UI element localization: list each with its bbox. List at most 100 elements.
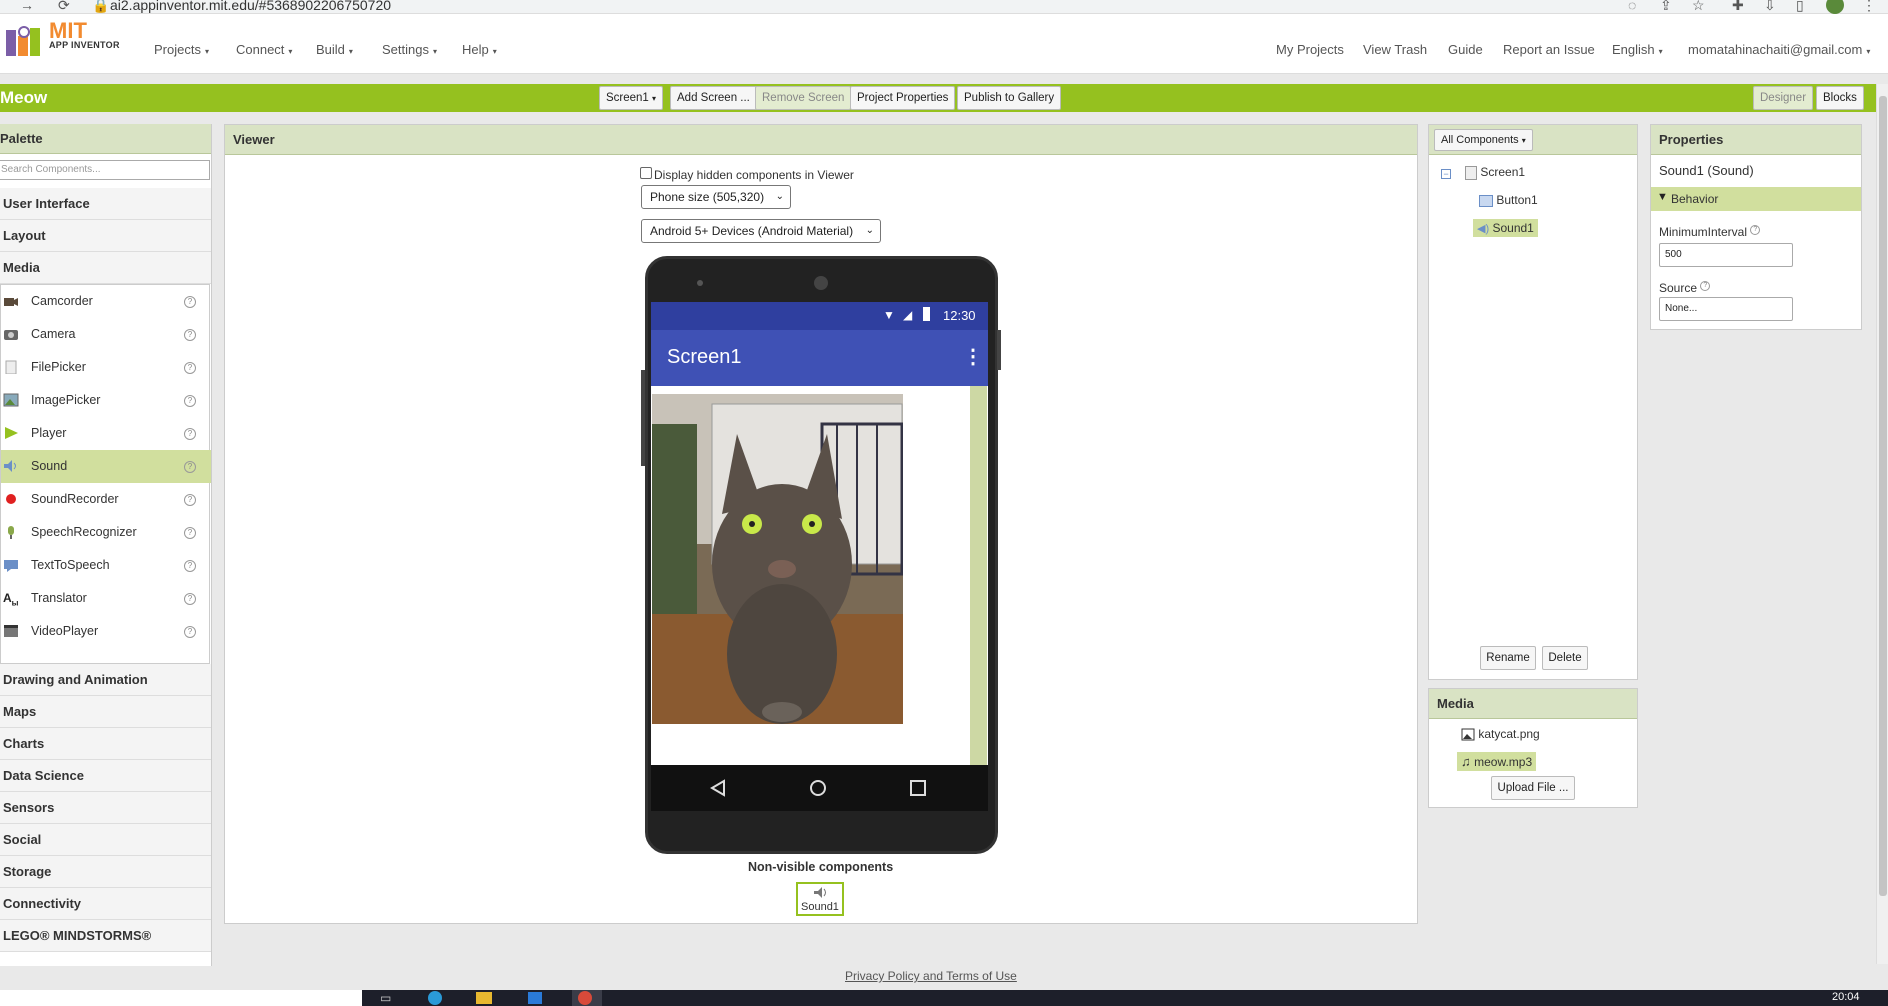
category-storage[interactable]: Storage xyxy=(0,856,211,888)
nonvisible-sound1[interactable]: Sound1 xyxy=(796,882,844,916)
help-icon[interactable]: ? xyxy=(184,362,196,374)
component-translator[interactable]: Aы Translator ? xyxy=(1,582,211,615)
delete-button[interactable]: Delete xyxy=(1542,646,1588,670)
help-icon[interactable]: ? xyxy=(184,296,196,308)
category-layout[interactable]: Layout xyxy=(0,220,211,252)
caret-down-icon: ▾ xyxy=(204,47,209,56)
share-icon[interactable]: ⇪ xyxy=(1660,0,1672,14)
hidden-components-checkbox[interactable] xyxy=(640,167,652,179)
overflow-menu-icon: ⋮ xyxy=(963,346,983,368)
component-filepicker[interactable]: FilePicker ? xyxy=(1,351,211,384)
edge-icon[interactable] xyxy=(428,991,442,1005)
category-lego[interactable]: LEGO® MINDSTORMS® xyxy=(0,920,211,952)
rename-button[interactable]: Rename xyxy=(1480,646,1536,670)
nav-view-trash[interactable]: View Trash xyxy=(1363,42,1427,57)
privacy-policy-link[interactable]: Privacy Policy and Terms of Use xyxy=(845,969,1017,983)
category-user-interface[interactable]: User Interface xyxy=(0,188,211,220)
component-sound[interactable]: Sound ? xyxy=(1,450,211,483)
component-texttospeech[interactable]: TextToSpeech ? xyxy=(1,549,211,582)
tree-sound1[interactable]: ◀) Sound1 xyxy=(1473,219,1538,237)
scrollbar-thumb[interactable] xyxy=(1879,96,1887,896)
help-icon[interactable]: ? xyxy=(1750,225,1761,235)
address-bar[interactable]: ai2.appinventor.mit.edu/#536890220675072… xyxy=(110,0,391,13)
components-filter-select[interactable]: All Components ▾ xyxy=(1434,129,1533,151)
help-icon[interactable]: ? xyxy=(184,329,196,341)
sound-icon xyxy=(814,887,826,898)
nav-guide[interactable]: Guide xyxy=(1448,42,1483,57)
avatar[interactable] xyxy=(1826,0,1844,14)
nav-account[interactable]: momatahinachaiti@gmail.com ▾ xyxy=(1688,42,1870,57)
tree-button1[interactable]: Button1 xyxy=(1479,193,1538,207)
store-icon[interactable] xyxy=(528,992,542,1004)
blocks-button[interactable]: Blocks xyxy=(1816,86,1864,110)
page-scrollbar[interactable] xyxy=(1876,84,1888,964)
download-icon[interactable]: ⇩ xyxy=(1764,0,1776,14)
screen-select[interactable]: Screen1 ▾ xyxy=(599,86,664,110)
help-icon[interactable]: ? xyxy=(184,626,196,638)
nav-help[interactable]: Help ▾ xyxy=(462,42,497,57)
help-icon[interactable]: ? xyxy=(184,593,196,605)
category-social[interactable]: Social xyxy=(0,824,211,856)
tree-screen1[interactable]: Screen1 xyxy=(1465,165,1525,180)
min-interval-input[interactable]: 500 xyxy=(1659,243,1793,267)
help-icon[interactable]: ? xyxy=(184,494,196,506)
source-picker[interactable]: None... xyxy=(1659,297,1793,321)
nav-report-issue[interactable]: Report an Issue xyxy=(1503,42,1595,57)
nav-language[interactable]: English ▾ xyxy=(1612,42,1663,57)
component-camera[interactable]: Camera ? xyxy=(1,318,211,351)
category-charts[interactable]: Charts xyxy=(0,728,211,760)
component-camcorder[interactable]: Camcorder ? xyxy=(1,285,211,318)
nav-projects[interactable]: Projects ▾ xyxy=(154,42,209,57)
component-speechrecognizer[interactable]: SpeechRecognizer ? xyxy=(1,516,211,549)
refresh-icon[interactable]: ⟳ xyxy=(58,0,70,14)
app-inventor-logo[interactable]: MIT APP INVENTOR xyxy=(4,18,124,62)
media-file-katycat[interactable]: katycat.png xyxy=(1461,727,1540,741)
category-media[interactable]: Media xyxy=(0,252,211,284)
device-theme-select[interactable]: Android 5+ Devices (Android Material) ⌄ xyxy=(641,219,881,243)
remove-screen-button[interactable]: Remove Screen xyxy=(755,86,852,110)
publish-gallery-button[interactable]: Publish to Gallery xyxy=(957,86,1062,110)
upload-file-button[interactable]: Upload File ... xyxy=(1491,776,1575,800)
help-icon[interactable]: ? xyxy=(184,395,196,407)
eye-off-icon[interactable]: ◌ xyxy=(1628,0,1636,13)
caret-down-icon: ▾ xyxy=(288,47,293,56)
help-icon[interactable]: ? xyxy=(184,527,196,539)
component-imagepicker[interactable]: ImagePicker ? xyxy=(1,384,211,417)
category-sensors[interactable]: Sensors xyxy=(0,792,211,824)
nav-settings[interactable]: Settings ▾ xyxy=(382,42,437,57)
task-view-icon[interactable]: ▭ xyxy=(380,991,391,1005)
category-data-science[interactable]: Data Science xyxy=(0,760,211,792)
behavior-section[interactable]: ▼ Behavior xyxy=(1651,187,1861,211)
nav-my-projects[interactable]: My Projects xyxy=(1276,42,1344,57)
component-player[interactable]: Player ? xyxy=(1,417,211,450)
category-drawing-animation[interactable]: Drawing and Animation xyxy=(0,664,211,696)
help-icon[interactable]: ? xyxy=(184,560,196,572)
help-icon[interactable]: ? xyxy=(184,428,196,440)
forward-icon[interactable]: → xyxy=(20,0,34,13)
file-explorer-icon[interactable] xyxy=(476,992,492,1004)
phone-nav-bar xyxy=(651,765,988,811)
palette-search-input[interactable]: Search Components... xyxy=(0,160,210,180)
component-soundrecorder[interactable]: SoundRecorder ? xyxy=(1,483,211,516)
collapse-icon[interactable]: − xyxy=(1441,169,1451,179)
category-maps[interactable]: Maps xyxy=(0,696,211,728)
nav-connect[interactable]: Connect ▾ xyxy=(236,42,292,57)
sidepanel-icon[interactable]: ▯ xyxy=(1796,0,1804,14)
add-screen-button[interactable]: Add Screen ... xyxy=(670,86,757,110)
logo-app-inventor: APP INVENTOR xyxy=(49,40,120,50)
caret-down-icon: ▾ xyxy=(1658,47,1663,56)
project-properties-button[interactable]: Project Properties xyxy=(850,86,956,110)
component-videoplayer[interactable]: VideoPlayer ? xyxy=(1,615,211,648)
extensions-icon[interactable]: ✚ xyxy=(1732,0,1744,14)
help-icon[interactable]: ? xyxy=(1700,281,1711,291)
phone-size-select[interactable]: Phone size (505,320) ⌄ xyxy=(641,185,791,209)
menu-icon[interactable]: ⋮ xyxy=(1862,0,1876,14)
category-connectivity[interactable]: Connectivity xyxy=(0,888,211,920)
button1-cat-image[interactable] xyxy=(652,394,903,724)
nav-build[interactable]: Build ▾ xyxy=(316,42,353,57)
taskbar-search[interactable] xyxy=(0,990,362,1006)
designer-button[interactable]: Designer xyxy=(1753,86,1814,110)
media-file-meow[interactable]: ♫ meow.mp3 xyxy=(1457,752,1537,771)
star-icon[interactable]: ☆ xyxy=(1692,0,1705,14)
help-icon[interactable]: ? xyxy=(184,461,196,473)
